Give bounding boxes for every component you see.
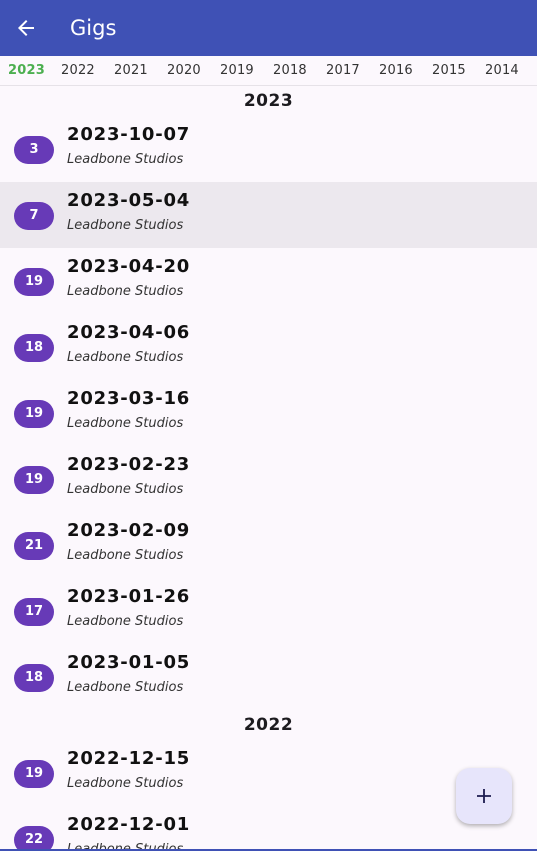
gig-venue: Leadbone Studios: [67, 776, 184, 791]
gig-venue: Leadbone Studios: [67, 482, 184, 497]
gig-row[interactable]: 19 2023-02-23 Leadbone Studios: [0, 446, 537, 512]
gig-count-badge: 19: [14, 760, 54, 788]
plus-icon: [477, 789, 491, 803]
tab-2015[interactable]: 2015: [432, 63, 466, 78]
tab-2021[interactable]: 2021: [114, 63, 148, 78]
gig-date: 2023-01-26: [67, 586, 191, 607]
tab-2014[interactable]: 2014: [485, 63, 519, 78]
gig-venue: Leadbone Studios: [67, 152, 184, 167]
tab-2017[interactable]: 2017: [326, 63, 360, 78]
gig-count-badge: 7: [14, 202, 54, 230]
tab-2018[interactable]: 2018: [273, 63, 307, 78]
section-header-2022: 2022: [243, 715, 294, 735]
gig-row[interactable]: 19 2023-03-16 Leadbone Studios: [0, 380, 537, 446]
gig-row[interactable]: 18 2023-04-06 Leadbone Studios: [0, 314, 537, 380]
tab-2020[interactable]: 2020: [167, 63, 201, 78]
year-tab-bar: 2023 2022 2021 2020 2019 2018 2017 2016 …: [0, 56, 537, 86]
gig-venue: Leadbone Studios: [67, 350, 184, 365]
gig-count-badge: 19: [14, 268, 54, 296]
gig-row[interactable]: 3 2023-10-07 Leadbone Studios: [0, 116, 537, 182]
gig-count-badge: 22: [14, 826, 54, 851]
gig-date: 2023-01-05: [67, 652, 191, 673]
gig-date: 2023-04-20: [67, 256, 191, 277]
gig-venue: Leadbone Studios: [67, 680, 184, 695]
gig-date: 2022-12-15: [67, 748, 191, 769]
gig-date: 2023-02-23: [67, 454, 191, 475]
gig-count-badge: 19: [14, 466, 54, 494]
gig-count-badge: 17: [14, 598, 54, 626]
gig-row[interactable]: 7 2023-05-04 Leadbone Studios: [0, 182, 537, 248]
gig-date: 2023-10-07: [67, 124, 191, 145]
gig-list[interactable]: 2023 3 2023-10-07 Leadbone Studios 7 202…: [0, 86, 537, 851]
tab-2023[interactable]: 2023: [8, 63, 45, 78]
tab-2019[interactable]: 2019: [220, 63, 254, 78]
gig-date: 2023-04-06: [67, 322, 191, 343]
gig-count-badge: 18: [14, 664, 54, 692]
gig-venue: Leadbone Studios: [67, 548, 184, 563]
gig-date: 2023-03-16: [67, 388, 191, 409]
gig-count-badge: 3: [14, 136, 54, 164]
gig-row[interactable]: 21 2023-02-09 Leadbone Studios: [0, 512, 537, 578]
gig-row[interactable]: 17 2023-01-26 Leadbone Studios: [0, 578, 537, 644]
gig-count-badge: 21: [14, 532, 54, 560]
add-gig-button[interactable]: [456, 768, 512, 824]
section-header-2023: 2023: [243, 91, 294, 111]
tab-2022[interactable]: 2022: [61, 63, 95, 78]
gig-count-badge: 19: [14, 400, 54, 428]
gig-venue: Leadbone Studios: [67, 416, 184, 431]
gig-date: 2023-02-09: [67, 520, 191, 541]
gig-date: 2023-05-04: [67, 190, 191, 211]
tab-2016[interactable]: 2016: [379, 63, 413, 78]
gig-venue: Leadbone Studios: [67, 218, 184, 233]
gig-count-badge: 18: [14, 334, 54, 362]
gig-venue: Leadbone Studios: [67, 284, 184, 299]
gig-row[interactable]: 19 2023-04-20 Leadbone Studios: [0, 248, 537, 314]
back-arrow-icon[interactable]: [14, 16, 38, 40]
gig-row[interactable]: 18 2023-01-05 Leadbone Studios: [0, 644, 537, 710]
app-bar: Gigs: [0, 0, 537, 56]
page-title: Gigs: [70, 16, 117, 40]
gig-date: 2022-12-01: [67, 814, 191, 835]
gig-venue: Leadbone Studios: [67, 614, 184, 629]
